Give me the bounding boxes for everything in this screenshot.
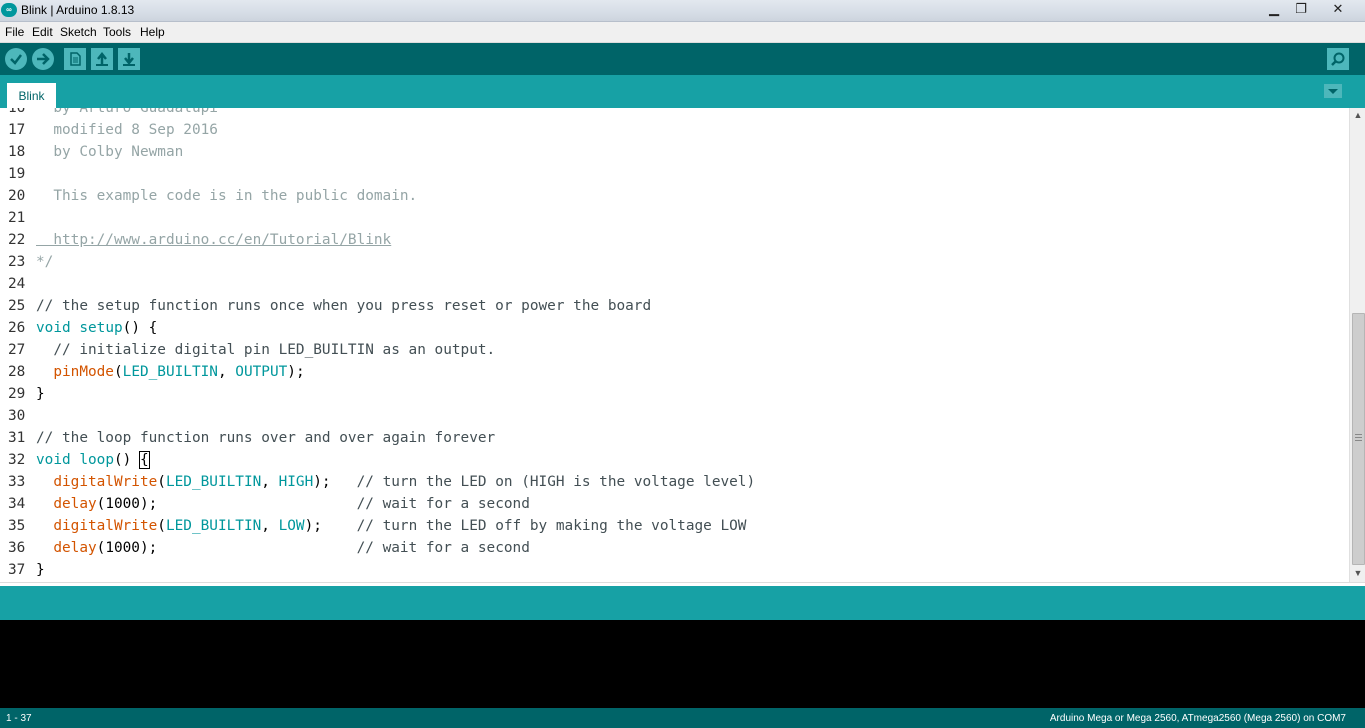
code-line: 35 digitalWrite(LED_BUILTIN, LOW); // tu… bbox=[8, 518, 747, 534]
upload-button[interactable] bbox=[32, 48, 54, 70]
menu-help[interactable]: Help bbox=[140, 25, 165, 39]
new-file-icon bbox=[70, 52, 81, 66]
code-line: 20 This example code is in the public do… bbox=[8, 188, 418, 204]
code-line: 16 by Arturo Guadalupi bbox=[8, 108, 218, 116]
menu-sketch[interactable]: Sketch bbox=[60, 25, 97, 39]
code-line: 25// the setup function runs once when y… bbox=[8, 298, 652, 314]
code-line: 23 */ bbox=[8, 254, 54, 270]
code-line: 17 modified 8 Sep 2016 bbox=[8, 122, 218, 138]
code-line: 28 pinMode(LED_BUILTIN, OUTPUT); bbox=[8, 364, 305, 380]
console-output[interactable] bbox=[0, 620, 1365, 708]
menu-bar: File Edit Sketch Tools Help bbox=[0, 22, 1365, 43]
code-line: 34 delay(1000); // wait for a second bbox=[8, 496, 530, 512]
code-line: 18 by Colby Newman bbox=[8, 144, 184, 160]
tab-bar: Blink bbox=[0, 75, 1365, 108]
toolbar bbox=[0, 43, 1365, 75]
checkmark-icon bbox=[10, 54, 22, 65]
new-button[interactable] bbox=[64, 48, 86, 70]
serial-monitor-button[interactable] bbox=[1327, 48, 1349, 70]
code-line: 22 http://www.arduino.cc/en/Tutorial/Bli… bbox=[0, 229, 391, 251]
board-port-info: Arduino Mega or Mega 2560, ATmega2560 (M… bbox=[1049, 713, 1346, 724]
scroll-down-arrow-icon[interactable]: ▼ bbox=[1350, 566, 1365, 580]
title-bar: ∞ Blink | Arduino 1.8.13 ▁ ❐ ✕ bbox=[0, 0, 1365, 22]
maximize-button[interactable]: ❐ bbox=[1288, 1, 1314, 17]
verify-button[interactable] bbox=[5, 48, 27, 70]
menu-tools[interactable]: Tools bbox=[103, 25, 131, 39]
code-line: 26 void setup() { bbox=[8, 320, 158, 336]
code-line: 37} bbox=[8, 562, 45, 578]
scrollbar-thumb[interactable] bbox=[1352, 313, 1365, 565]
minimize-button[interactable]: ▁ bbox=[1261, 1, 1287, 17]
code-line: 29} bbox=[8, 386, 45, 402]
arrow-down-icon bbox=[123, 53, 135, 66]
scroll-up-arrow-icon[interactable]: ▲ bbox=[1350, 108, 1365, 122]
message-area bbox=[0, 586, 1365, 620]
tab-menu-button[interactable] bbox=[1324, 84, 1342, 98]
close-button[interactable]: ✕ bbox=[1316, 1, 1360, 17]
code-line: 19 bbox=[8, 166, 26, 182]
menu-edit[interactable]: Edit bbox=[32, 25, 53, 39]
cursor-position: 1 - 37 bbox=[6, 713, 32, 724]
open-button[interactable] bbox=[91, 48, 113, 70]
code-line: 24 bbox=[8, 276, 26, 292]
editor-scrollbar[interactable]: ▲ ▼ bbox=[1349, 108, 1365, 582]
code-line: 30 bbox=[8, 408, 26, 424]
code-line: 32 void loop() { bbox=[8, 451, 150, 469]
code-line: 36 delay(1000); // wait for a second bbox=[8, 540, 530, 556]
arduino-logo-icon: ∞ bbox=[1, 3, 17, 17]
grip-icon bbox=[1355, 434, 1362, 442]
code-line: 31// the loop function runs over and ove… bbox=[8, 430, 496, 446]
code-line: 33 digitalWrite(LED_BUILTIN, HIGH); // t… bbox=[8, 474, 756, 490]
magnifier-icon bbox=[1331, 52, 1345, 66]
tutorial-link[interactable]: http://www.arduino.cc/en/Tutorial/Blink bbox=[36, 229, 391, 251]
status-bar: 1 - 37 Arduino Mega or Mega 2560, ATmega… bbox=[0, 708, 1365, 728]
save-button[interactable] bbox=[118, 48, 140, 70]
chevron-down-icon bbox=[1328, 89, 1338, 94]
tab-blink[interactable]: Blink bbox=[7, 83, 56, 108]
code-editor[interactable]: 16 by Arturo Guadalupi 17 modified 8 Sep… bbox=[0, 108, 1349, 582]
window-title: Blink | Arduino 1.8.13 bbox=[21, 3, 135, 17]
code-line: 27 // initialize digital pin LED_BUILTIN… bbox=[8, 342, 496, 358]
code-line: 21 bbox=[8, 210, 26, 226]
arrow-right-icon bbox=[37, 53, 50, 65]
arrow-up-icon bbox=[96, 51, 108, 66]
menu-file[interactable]: File bbox=[5, 25, 24, 39]
